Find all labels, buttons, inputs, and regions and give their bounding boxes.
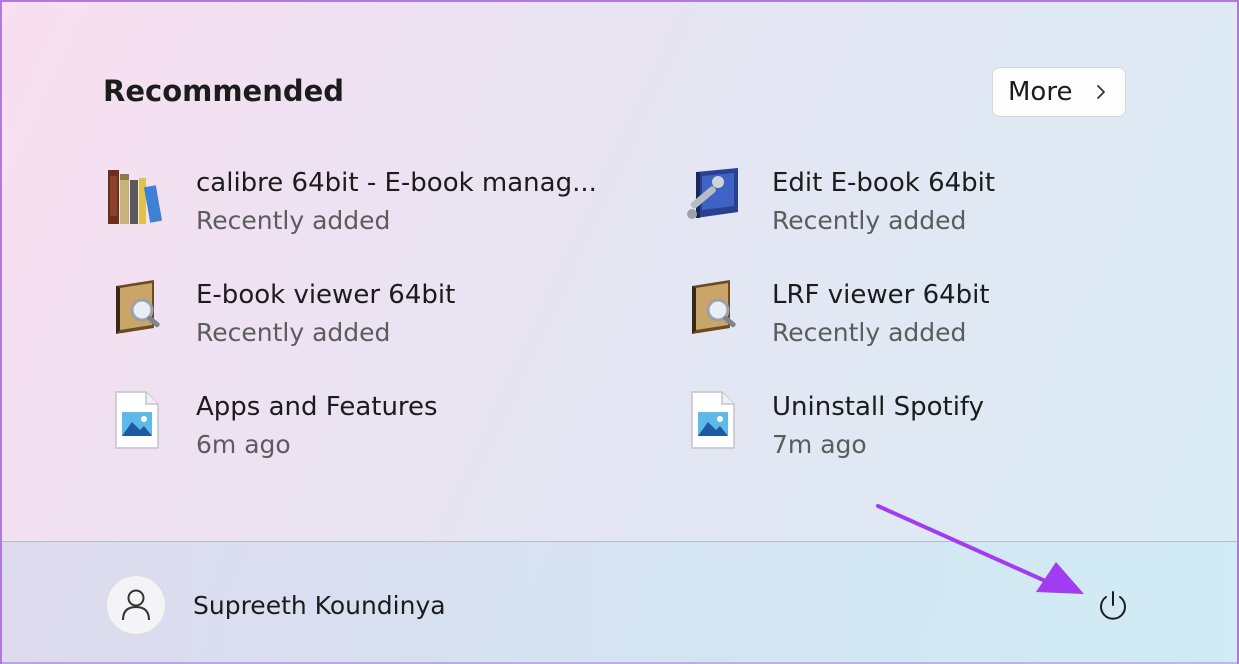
ebook-edit-icon [687, 168, 738, 219]
more-button-label: More [1008, 77, 1073, 107]
recommended-item-calibre[interactable]: calibre 64bit - E-book manag... Recently… [106, 166, 626, 256]
lrf-viewer-icon [692, 280, 736, 334]
footer-divider [2, 541, 1237, 542]
recommended-item-lrf-viewer[interactable]: LRF viewer 64bit Recently added [682, 278, 1202, 368]
item-subtitle: Recently added [196, 318, 391, 347]
recommended-item-apps-and-features[interactable]: Apps and Features 6m ago [106, 390, 626, 480]
start-menu-footer [2, 542, 1237, 664]
item-name: calibre 64bit - E-book manag... [196, 168, 597, 198]
item-subtitle: Recently added [772, 206, 967, 235]
item-name: Apps and Features [196, 392, 438, 422]
image-file-icon [691, 391, 735, 449]
recommended-item-ebook-viewer[interactable]: E-book viewer 64bit Recently added [106, 278, 626, 368]
start-menu-recommended-panel: Recommended More calibre 64bit - E-book … [0, 0, 1239, 664]
item-name: Edit E-book 64bit [772, 168, 996, 198]
item-subtitle: Recently added [196, 206, 391, 235]
image-file-icon [115, 391, 159, 449]
chevron-right-icon [1097, 85, 1105, 99]
item-subtitle: 7m ago [772, 430, 867, 459]
item-name: E-book viewer 64bit [196, 280, 456, 310]
user-icon [122, 589, 150, 621]
recommended-heading: Recommended [103, 74, 345, 108]
item-subtitle: 6m ago [196, 430, 291, 459]
user-avatar[interactable] [106, 575, 166, 635]
calibre-books-icon [108, 170, 163, 224]
recommended-item-uninstall-spotify[interactable]: Uninstall Spotify 7m ago [682, 390, 1202, 480]
ebook-viewer-icon [116, 280, 160, 334]
item-name: LRF viewer 64bit [772, 280, 990, 310]
user-name[interactable]: Supreeth Koundinya [193, 591, 446, 620]
recommended-item-edit-ebook[interactable]: Edit E-book 64bit Recently added [682, 166, 1202, 256]
power-icon[interactable] [1096, 589, 1130, 623]
item-name: Uninstall Spotify [772, 392, 985, 422]
item-subtitle: Recently added [772, 318, 967, 347]
more-button[interactable]: More [992, 67, 1126, 117]
